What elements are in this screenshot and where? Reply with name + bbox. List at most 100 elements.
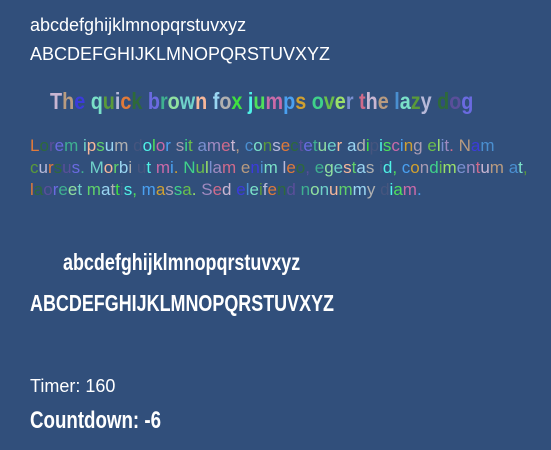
colored-char: a <box>393 180 403 199</box>
pangram-colored: The quick brown fox jumps over the lazy … <box>50 88 473 115</box>
colored-char: u <box>62 158 72 177</box>
colored-char: e <box>221 136 231 155</box>
colored-char: e <box>456 158 467 177</box>
colored-char: d <box>429 158 439 177</box>
colored-char: e <box>427 136 437 155</box>
colored-char: c <box>244 136 254 155</box>
colored-char: o <box>295 158 306 177</box>
colored-char: e <box>314 158 325 177</box>
colored-char: u <box>104 136 115 155</box>
colored-char: a <box>155 180 166 199</box>
colored-char: u <box>102 88 115 114</box>
colored-char: n <box>403 136 414 155</box>
colored-char: e <box>67 180 78 199</box>
colored-char: n <box>419 158 430 177</box>
colored-char: n <box>262 136 273 155</box>
colored-char: d <box>133 136 143 155</box>
colored-char: c <box>290 136 299 155</box>
colored-char: u <box>136 158 147 177</box>
colored-char: m <box>86 180 101 199</box>
colored-char: N <box>183 158 196 177</box>
colored-char: o <box>43 180 53 199</box>
colored-char: s <box>53 158 63 177</box>
colored-char: k <box>131 88 143 114</box>
colored-char: e <box>377 88 389 114</box>
colored-char: u <box>480 158 490 177</box>
colored-char: o <box>142 136 153 155</box>
colored-char: e <box>334 88 346 114</box>
uppercase-bold-sample: ABCDEFGHIJKLMNOPQRSTUVXYZ <box>30 290 335 316</box>
colored-char: e <box>267 180 277 199</box>
colored-char: . <box>173 158 179 177</box>
colored-char: o <box>311 88 324 114</box>
colored-char: p <box>369 136 380 155</box>
colored-char: u <box>253 88 266 114</box>
colored-char: e <box>240 158 251 177</box>
colored-char: s <box>343 158 352 177</box>
colored-char: m <box>442 158 457 177</box>
colored-char: r <box>345 88 354 114</box>
colored-char: d <box>382 158 393 177</box>
colored-char: s <box>123 180 133 199</box>
lowercase-bold-sample: abcdefghijklmnopqrstuvxyz <box>63 249 301 275</box>
colored-char: m <box>114 136 129 155</box>
colored-char: u <box>38 158 48 177</box>
colored-char: m <box>338 180 353 199</box>
colored-char: h <box>62 88 75 114</box>
colored-char: a <box>356 158 366 177</box>
colored-char: N <box>458 136 471 155</box>
colored-char: a <box>182 180 192 199</box>
colored-char: s <box>175 136 185 155</box>
colored-char: m <box>402 180 417 199</box>
colored-char: e <box>327 136 337 155</box>
colored-char: b <box>118 158 129 177</box>
colored-char: n <box>250 158 260 177</box>
colored-char: x <box>231 88 243 114</box>
colored-char: n <box>276 180 287 199</box>
colored-char: s <box>165 180 174 199</box>
colored-char: u <box>317 136 328 155</box>
colored-char: S <box>201 180 213 199</box>
colored-char: e <box>236 180 246 199</box>
colored-char: m <box>265 88 284 114</box>
colored-char: d <box>286 180 296 199</box>
colored-char: , <box>522 158 528 177</box>
colored-char: s <box>96 136 105 155</box>
colored-char: e <box>58 180 68 199</box>
colored-char: m <box>352 180 367 199</box>
colored-char: a <box>212 158 223 177</box>
colored-char: c <box>30 158 39 177</box>
colored-char: n <box>319 180 330 199</box>
colored-char: c <box>120 88 132 114</box>
lorem-colored: Lorem ipsum dolor sit amet, consectetuer… <box>30 135 530 201</box>
colored-char: o <box>410 158 420 177</box>
colored-char: r <box>159 88 168 114</box>
colored-char: o <box>219 88 232 114</box>
colored-char: d <box>437 88 450 114</box>
uppercase-sample: ABCDEFGHIJKLMNOPQRSTUVXYZ <box>30 44 331 64</box>
colored-char: e <box>74 88 86 114</box>
colored-char: m <box>206 136 222 155</box>
colored-char: o <box>103 158 114 177</box>
colored-char: a <box>197 136 207 155</box>
colored-char: c <box>391 136 400 155</box>
colored-char: o <box>310 180 320 199</box>
colored-char: o <box>449 88 462 114</box>
colored-char: d <box>222 180 232 199</box>
colored-char: m <box>155 158 170 177</box>
colored-char: s <box>272 136 281 155</box>
colored-char: e <box>212 180 223 199</box>
colored-char: a <box>346 136 357 155</box>
colored-char: e <box>286 158 296 177</box>
colored-char: v <box>323 88 335 114</box>
colored-char: g <box>324 158 334 177</box>
countdown-label: Countdown: -6 <box>30 407 162 434</box>
colored-char: d <box>356 136 366 155</box>
colored-char: . <box>416 180 422 199</box>
colored-char: g <box>413 136 423 155</box>
colored-char: o <box>155 136 166 155</box>
colored-char: d <box>380 180 390 199</box>
colored-char: w <box>179 88 196 114</box>
colored-char: m <box>64 136 79 155</box>
colored-char: e <box>303 136 313 155</box>
